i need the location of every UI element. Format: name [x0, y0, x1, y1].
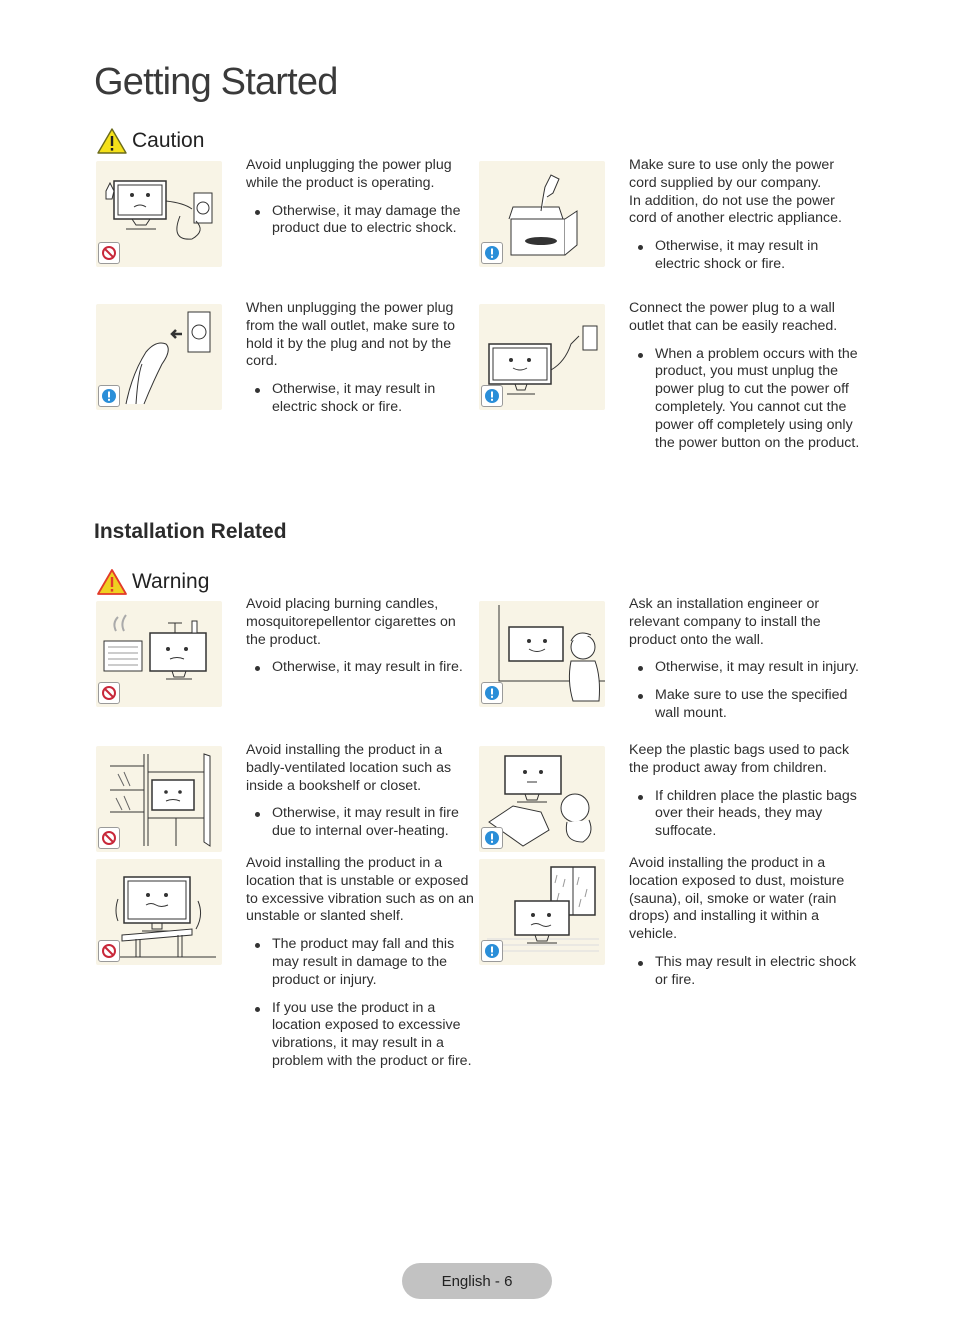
warning-item-text: Avoid installing the product in a badly-…: [246, 742, 470, 851]
warning-item-text: Keep the plastic bags used to pack the p…: [629, 742, 861, 851]
illustration-tv-unstable-shelf: [96, 859, 222, 965]
caution-badge: [481, 385, 503, 407]
illustration-hand-pulling-plug: [96, 304, 222, 410]
caution-item-text: When unplugging the power plug from the …: [246, 300, 470, 427]
prohibited-icon: [102, 944, 116, 958]
caution-label: Caution: [132, 129, 205, 152]
warning-item-text: Ask an installation engineer or relevant…: [629, 596, 861, 723]
item-bullet: Otherwise, it may result in electric sho…: [638, 238, 861, 274]
exclamation-icon: [485, 831, 499, 845]
item-description: When unplugging the power plug from the …: [246, 300, 455, 370]
caution-triangle-icon: [97, 128, 127, 154]
illustration-candles-heater: [96, 601, 222, 707]
exclamation-icon: [485, 944, 499, 958]
caution-badge: [481, 242, 503, 264]
illustration-child-plastic-bag: [479, 746, 605, 852]
item-description: Avoid unplugging the power plug while th…: [246, 157, 452, 191]
item-description: Avoid installing the product in a locati…: [246, 855, 474, 925]
item-description: Make sure to use only the power cord sup…: [629, 157, 842, 227]
warning-triangle-icon: [97, 569, 127, 595]
illustration-power-cord-box: [479, 161, 605, 267]
item-bullet: Otherwise, it may result in injury.: [638, 659, 861, 677]
caution-heading: Caution: [96, 127, 204, 155]
caution-item-text: Make sure to use only the power cord sup…: [629, 157, 861, 284]
item-bullet: Make sure to use the specified wall moun…: [638, 687, 861, 723]
page-title: Getting Started: [94, 61, 338, 103]
item-description: Avoid installing the product in a badly-…: [246, 742, 452, 794]
caution-badge: [481, 682, 503, 704]
exclamation-icon: [485, 246, 499, 260]
illustration-tv-rainy-window: [479, 859, 605, 965]
item-bullet: This may result in electric shock or fir…: [638, 954, 861, 990]
prohibited-icon: [102, 686, 116, 700]
item-description: Ask an installation engineer or relevant…: [629, 596, 821, 648]
caution-badge: [98, 385, 120, 407]
prohibited-badge: [98, 682, 120, 704]
prohibited-icon: [102, 246, 116, 260]
caution-item-text: Connect the power plug to a wall outlet …: [629, 300, 861, 462]
item-bullet: If you use the product in a location exp…: [255, 1000, 478, 1071]
illustration-tv-plugging-in: [479, 304, 605, 410]
section-heading-installation: Installation Related: [94, 520, 287, 543]
illustration-tv-in-bookshelf: [96, 746, 222, 852]
caution-badge: [481, 940, 503, 962]
illustration-wall-mount-engineer: [479, 601, 605, 707]
warning-item-text: Avoid installing the product in a locati…: [629, 855, 861, 1000]
item-description: Connect the power plug to a wall outlet …: [629, 300, 838, 334]
warning-heading: Warning: [96, 568, 209, 596]
exclamation-icon: [102, 389, 116, 403]
exclamation-icon: [485, 686, 499, 700]
exclamation-icon: [485, 389, 499, 403]
caution-item-text: Avoid unplugging the power plug while th…: [246, 157, 470, 248]
warning-item-text: Avoid placing burning candles, mosquitor…: [246, 596, 470, 687]
item-description: Avoid installing the product in a locati…: [629, 855, 845, 943]
item-bullet: Otherwise, it may result in electric sho…: [255, 381, 470, 417]
page-number-footer: English - 6: [402, 1263, 552, 1299]
prohibited-badge: [98, 242, 120, 264]
warning-label: Warning: [132, 570, 210, 593]
caution-badge: [481, 827, 503, 849]
item-description: Avoid placing burning candles, mosquitor…: [246, 596, 456, 648]
illustration-tv-unplugging: [96, 161, 222, 267]
page-number-label: English - 6: [441, 1272, 513, 1290]
prohibited-badge: [98, 827, 120, 849]
item-bullet: Otherwise, it may result in fire due to …: [255, 805, 470, 841]
prohibited-badge: [98, 940, 120, 962]
item-bullet: Otherwise, it may damage the product due…: [255, 203, 470, 239]
prohibited-icon: [102, 831, 116, 845]
item-bullet: If children place the plastic bags over …: [638, 788, 861, 841]
item-bullet: Otherwise, it may result in fire.: [255, 659, 470, 677]
item-bullet: The product may fall and this may result…: [255, 936, 478, 989]
warning-item-text: Avoid installing the product in a locati…: [246, 855, 478, 1081]
item-bullet: When a problem occurs with the product, …: [638, 345, 860, 451]
item-description: Keep the plastic bags used to pack the p…: [629, 742, 850, 776]
